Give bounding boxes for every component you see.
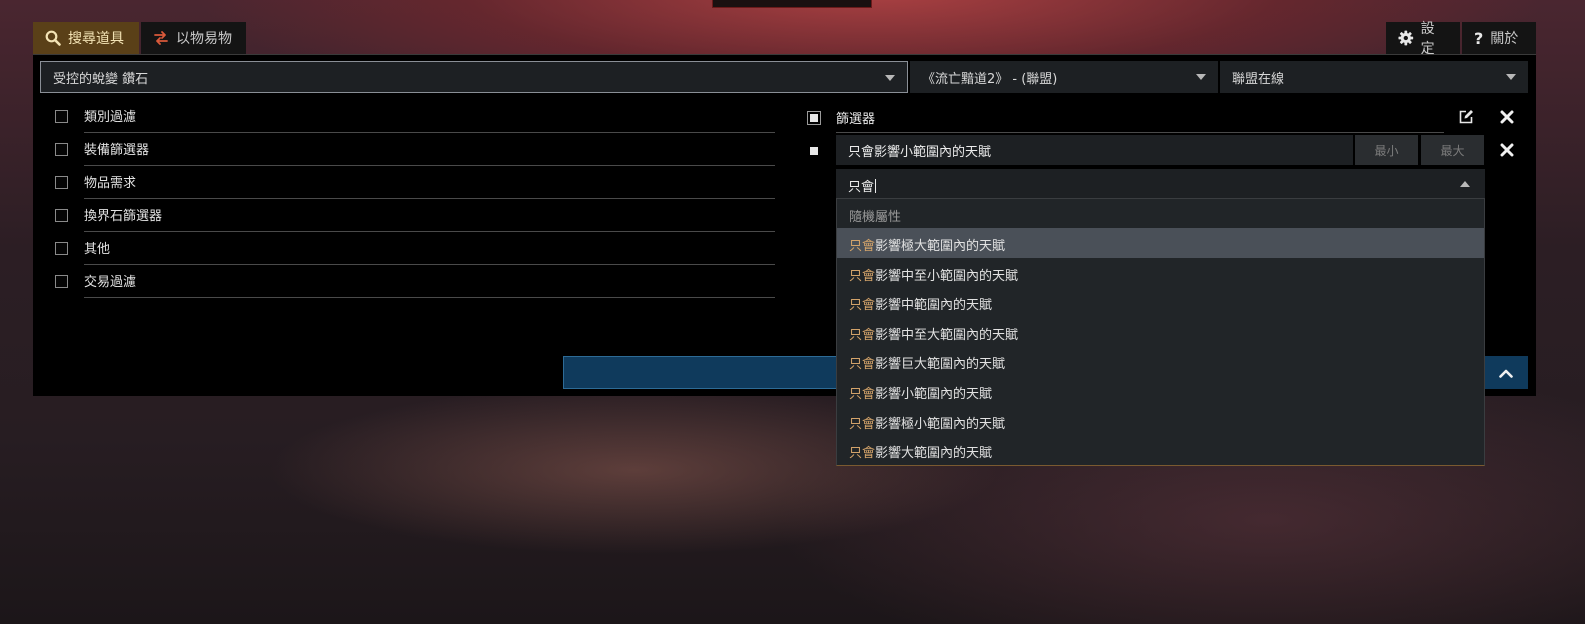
item-search-select[interactable]: 受控的蛻變 鑽石 <box>40 61 908 93</box>
game-select-value: 《流亡黯道2》 - (聯盟) <box>922 71 1058 87</box>
chevron-down-icon <box>885 75 895 81</box>
divider <box>836 132 1444 133</box>
settings-label: 設定 <box>1420 21 1435 57</box>
option-text: 影響中至大範圍內的天賦 <box>875 327 1019 343</box>
league-status-value: 聯盟在線 <box>1232 71 1285 87</box>
filter-group-checkbox[interactable] <box>55 143 68 156</box>
min-placeholder: 最小 <box>1374 143 1399 158</box>
item-search-value: 受控的蛻變 鑽石 <box>53 71 149 87</box>
chevron-down-icon <box>1506 74 1516 80</box>
dropdown-option[interactable]: 只會影響極小範圍內的天賦 <box>837 406 1484 436</box>
filter-group-waystone[interactable]: 換界石篩選器 <box>53 199 775 232</box>
dropdown-option[interactable]: 只會影響小範圍內的天賦 <box>837 376 1484 406</box>
option-text: 影響小範圍內的天賦 <box>875 386 993 402</box>
divider <box>84 297 775 298</box>
dropdown-option[interactable]: 只會影響極大範圍內的天賦 <box>837 228 1484 258</box>
search-icon <box>45 30 61 46</box>
exchange-icon <box>154 31 168 45</box>
filter-group-label: 其他 <box>84 242 111 257</box>
filter-group-equipment[interactable]: 裝備篩選器 <box>53 133 775 166</box>
tab-search[interactable]: 搜尋道具 <box>33 22 139 54</box>
filter-group-label: 類別過濾 <box>84 110 137 125</box>
filter-group-trade[interactable]: 交易過濾 <box>53 265 775 298</box>
match-text: 只會 <box>849 386 876 402</box>
league-status-select[interactable]: 聯盟在線 <box>1220 61 1528 93</box>
filter-group-label: 裝備篩選器 <box>84 143 150 158</box>
option-text: 影響大範圍內的天賦 <box>875 446 993 462</box>
edit-icon[interactable] <box>1457 108 1475 126</box>
max-input[interactable]: 最大 <box>1421 135 1484 165</box>
stat-search-input[interactable]: 只會 <box>836 169 1485 199</box>
dropdown-option[interactable]: 只會影響中至大範圍內的天賦 <box>837 317 1484 347</box>
dropdown-option[interactable]: 只會影響中範圍內的天賦 <box>837 287 1484 317</box>
filter-group-checkbox[interactable] <box>55 242 68 255</box>
option-text: 影響巨大範圍內的天賦 <box>875 357 1006 373</box>
stat-filters-heading: 篩選器 <box>836 112 876 127</box>
filter-group-checkbox[interactable] <box>55 176 68 189</box>
tab-exchange[interactable]: 以物易物 <box>141 22 246 54</box>
match-text: 只會 <box>849 357 876 373</box>
option-text: 影響中範圍內的天賦 <box>875 298 993 314</box>
filter-group-requirements[interactable]: 物品需求 <box>53 166 775 199</box>
filter-group-checkbox[interactable] <box>55 275 68 288</box>
tab-search-label: 搜尋道具 <box>68 31 124 47</box>
chevron-down-icon <box>1196 74 1206 80</box>
question-icon: ? <box>1474 28 1484 48</box>
dropdown-group-header: 隨機屬性 <box>849 210 902 225</box>
match-text: 只會 <box>849 268 876 284</box>
match-text: 只會 <box>849 446 876 462</box>
filter-group-checkbox[interactable] <box>55 110 68 123</box>
close-icon[interactable] <box>1498 141 1516 159</box>
stat-dropdown-list: 隨機屬性 只會影響極大範圍內的天賦 只會影響中至小範圍內的天賦 只會影響中範圍內… <box>836 198 1485 466</box>
match-text: 只會 <box>849 327 876 343</box>
filter-group-label: 交易過濾 <box>84 275 137 290</box>
gear-icon <box>1398 30 1414 46</box>
filter-group-checkbox[interactable] <box>55 209 68 222</box>
filter-group-label: 換界石篩選器 <box>84 209 163 224</box>
dropdown-option[interactable]: 只會影響大範圍內的天賦 <box>837 435 1484 465</box>
max-placeholder: 最大 <box>1440 143 1465 158</box>
chevron-up-icon <box>1499 369 1513 378</box>
chevron-up-icon <box>1460 181 1470 187</box>
settings-button[interactable]: 設定 <box>1386 21 1460 57</box>
about-label: 關於 <box>1490 31 1519 47</box>
filter-group-label: 物品需求 <box>84 176 137 191</box>
option-text: 影響中至小範圍內的天賦 <box>875 268 1019 284</box>
min-input[interactable]: 最小 <box>1355 135 1418 165</box>
close-icon[interactable] <box>1498 108 1516 126</box>
stat-enable-toggle[interactable] <box>807 144 821 158</box>
match-text: 只會 <box>849 298 876 314</box>
tab-exchange-label: 以物易物 <box>176 31 232 47</box>
game-select[interactable]: 《流亡黯道2》 - (聯盟) <box>910 61 1218 93</box>
filter-group-category[interactable]: 類別過濾 <box>53 100 775 133</box>
collapse-button[interactable] <box>1484 356 1528 389</box>
dropdown-option[interactable]: 只會影響巨大範圍內的天賦 <box>837 346 1484 376</box>
filter-group-misc[interactable]: 其他 <box>53 232 775 265</box>
match-text: 只會 <box>849 416 876 432</box>
match-text: 只會 <box>849 239 876 254</box>
about-button[interactable]: ? 關於 <box>1462 22 1536 54</box>
stat-search-value: 只會 <box>848 180 875 195</box>
stat-filter-value: 只會影響小範圍內的天賦 <box>848 145 992 160</box>
option-text: 影響極大範圍內的天賦 <box>875 239 1006 254</box>
option-text: 影響極小範圍內的天賦 <box>875 416 1006 432</box>
stat-group-toggle[interactable] <box>807 111 821 125</box>
text-cursor <box>875 179 877 193</box>
stat-filter-row[interactable]: 只會影響小範圍內的天賦 <box>836 135 1353 165</box>
dropdown-option[interactable]: 只會影響中至小範圍內的天賦 <box>837 258 1484 288</box>
header-ornament <box>712 0 872 8</box>
